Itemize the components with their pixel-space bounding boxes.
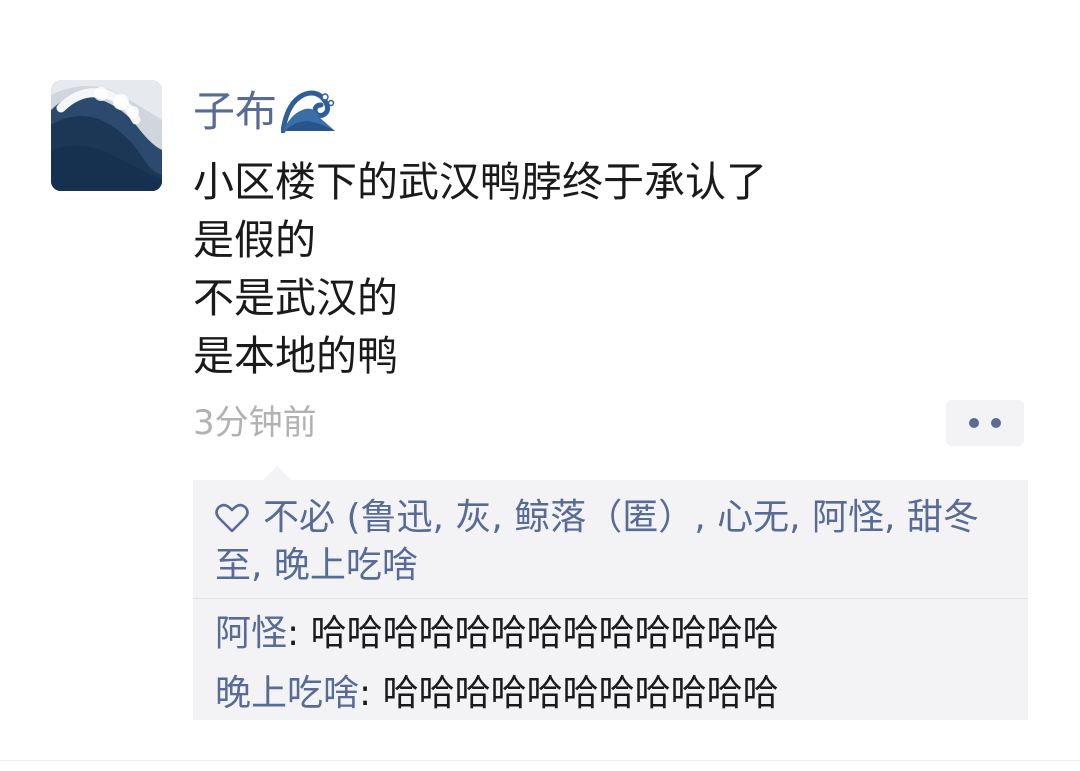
post-line: 是假的 xyxy=(193,216,316,264)
wave-emoji-icon xyxy=(280,83,338,134)
author-name[interactable]: 子布 xyxy=(193,78,277,139)
more-dots-icon xyxy=(969,418,979,428)
more-button[interactable] xyxy=(946,400,1024,446)
comment-item[interactable]: 晚上吃啥: 哈哈哈哈哈哈哈哈哈哈哈 xyxy=(215,664,1015,724)
comment-author[interactable]: 阿怪 xyxy=(215,613,287,654)
post-text: 小区楼下的武汉鸭脖终于承认了 是假的 不是武汉的 是本地的鸭 xyxy=(193,153,953,385)
likes-comments-divider xyxy=(193,598,1028,599)
likes-list[interactable]: 不必 (鲁迅, 灰, 鲸落（匿）, 心无, 阿怪, 甜冬至, 晚上吃啥 xyxy=(215,494,1015,590)
comment-separator: : xyxy=(359,673,383,714)
comment-text: 哈哈哈哈哈哈哈哈哈哈哈哈哈 xyxy=(310,613,779,654)
post-line: 是本地的鸭 xyxy=(193,332,398,380)
post-line: 小区楼下的武汉鸭脖终于承认了 xyxy=(193,158,767,206)
avatar[interactable] xyxy=(51,80,162,191)
post-timestamp: 3分钟前 xyxy=(193,403,317,443)
comments-list: 阿怪: 哈哈哈哈哈哈哈哈哈哈哈哈哈 晚上吃啥: 哈哈哈哈哈哈哈哈哈哈哈 xyxy=(215,604,1015,724)
comment-item[interactable]: 阿怪: 哈哈哈哈哈哈哈哈哈哈哈哈哈 xyxy=(215,604,1015,664)
feed-divider xyxy=(0,760,1080,761)
author-name-row[interactable]: 子布 xyxy=(193,78,338,139)
more-dots-icon xyxy=(991,418,1001,428)
likes-names[interactable]: 不必 (鲁迅, 灰, 鲸落（匿）, 心无, 阿怪, 甜冬至, 晚上吃啥 xyxy=(215,497,979,586)
moment-post: 子布 小区楼下的武汉鸭脖终于承认了 是假的 不是武汉的 是本地的鸭 3分钟前 不… xyxy=(0,0,1080,771)
comment-text: 哈哈哈哈哈哈哈哈哈哈哈 xyxy=(382,673,779,714)
wave-avatar-image xyxy=(51,80,162,191)
post-line: 不是武汉的 xyxy=(193,274,398,322)
comment-author[interactable]: 晚上吃啥 xyxy=(215,673,359,714)
heart-outline-icon xyxy=(215,498,249,533)
comment-separator: : xyxy=(287,613,311,654)
